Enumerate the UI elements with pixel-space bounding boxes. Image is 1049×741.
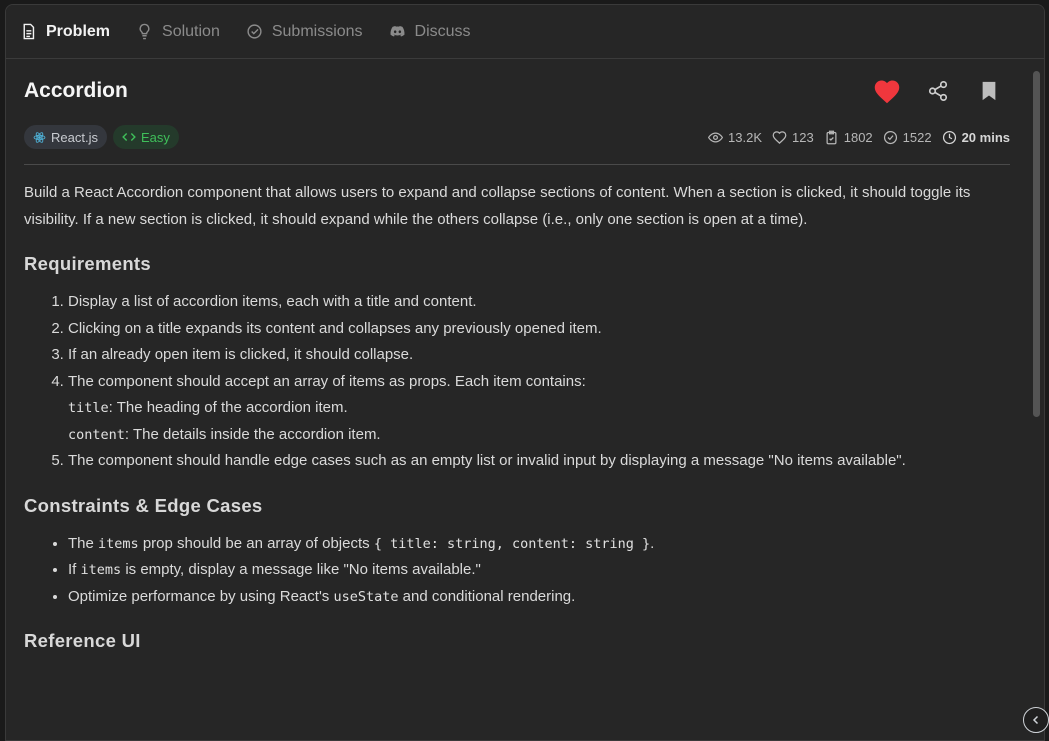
scrollbar[interactable] [1033,71,1040,417]
requirements-heading: Requirements [24,253,151,274]
problem-title: Accordion [24,79,128,102]
problem-description: Build a React Accordion component that a… [24,184,971,228]
inline-code: { title: string, content: string } [373,535,651,552]
eye-icon [708,131,724,143]
inline-code: items [98,535,139,552]
constraints-heading: Constraints & Edge Cases [24,494,263,516]
collapse-panel-button[interactable] [1023,707,1049,733]
list-item-text: The component should accept an array of … [68,372,586,390]
likes-stat: 123 [772,130,814,145]
time-stat: 20 mins [942,130,1010,145]
code-icon [122,133,136,141]
tab-solution[interactable]: Solution [136,23,220,41]
submissions-stat: 1802 [824,130,873,145]
list-item: Display a list of accordion items, each … [68,289,1010,316]
tag-label: React.js [51,129,98,145]
tag-label: Easy [140,129,170,145]
like-button[interactable] [872,76,902,106]
list-item: The component should accept an array of … [68,369,1010,449]
check-circle-icon [247,24,262,39]
tab-submissions[interactable]: Submissions [246,23,363,41]
list-item: The items prop should be an array of obj… [68,531,1010,558]
list-item: Optimize performance by using React's us… [68,584,1010,611]
heart-icon [874,80,900,104]
likes-count: 123 [792,129,814,145]
lightbulb-icon [139,23,150,40]
text: . [650,534,655,552]
text: is empty, display a message like "No ite… [121,561,481,578]
text: Optimize performance by using React's [68,587,334,605]
tag-react[interactable]: React.js [24,125,107,149]
clock-icon [942,130,956,144]
tag-difficulty[interactable]: Easy [112,125,179,149]
list-item: If an already open item is clicked, it s… [68,342,1010,369]
document-icon [23,23,35,40]
views-stat: 13.2K [708,130,762,145]
react-icon [33,131,46,143]
constraints-list: The items prop should be an array of obj… [24,531,1010,611]
text: and conditional rendering. [398,587,576,605]
text: The [68,534,99,552]
bookmark-button[interactable] [974,76,1004,106]
problem-content: Accordion React.js Easy 13.2K 123 1802 1… [6,60,1032,740]
tab-bar: Problem Solution Submissions Discuss [6,5,1044,59]
share-button[interactable] [923,76,953,106]
list-item: Clicking on a title expands its content … [68,316,1010,343]
tab-label: Problem [46,22,111,40]
tab-discuss[interactable]: Discuss [389,23,471,41]
accepted-count: 1522 [902,129,932,145]
bookmark-icon [982,81,996,101]
sub-item: content: The details inside the accordio… [68,422,1010,449]
inline-code: title [68,400,109,416]
inline-code: items [80,562,122,578]
divider [24,164,1010,165]
tab-label: Discuss [414,22,471,40]
share-icon [928,81,948,101]
clipboard-check-icon [826,130,837,144]
text: prop should be an array of objects [138,534,374,552]
views-count: 13.2K [728,129,763,145]
accepted-stat: 1522 [883,130,932,145]
sub-item-text: : The heading of the accordion item. [108,399,348,416]
tab-label: Solution [162,22,220,40]
time-estimate: 20 mins [961,129,1010,145]
submissions-count: 1802 [843,129,873,145]
problem-panel: Problem Solution Submissions Discuss Acc… [5,4,1045,741]
requirements-list: Display a list of accordion items, each … [24,289,1010,475]
heart-outline-icon [772,130,787,144]
sub-item: title: The heading of the accordion item… [68,395,1010,422]
discord-icon [390,25,405,37]
chevron-left-icon [1032,715,1039,725]
tab-problem[interactable]: Problem [20,23,110,41]
check-circle-icon [883,130,897,144]
text: If [68,561,81,578]
inline-code: content [68,426,125,443]
list-item: The component should handle edge cases s… [68,448,1010,475]
tab-label: Submissions [271,22,363,40]
reference-heading: Reference UI [24,630,141,651]
list-item: If items is empty, display a message lik… [68,557,1010,584]
sub-item-text: : The details inside the accordion item. [124,425,381,443]
inline-code: useState [333,588,399,605]
